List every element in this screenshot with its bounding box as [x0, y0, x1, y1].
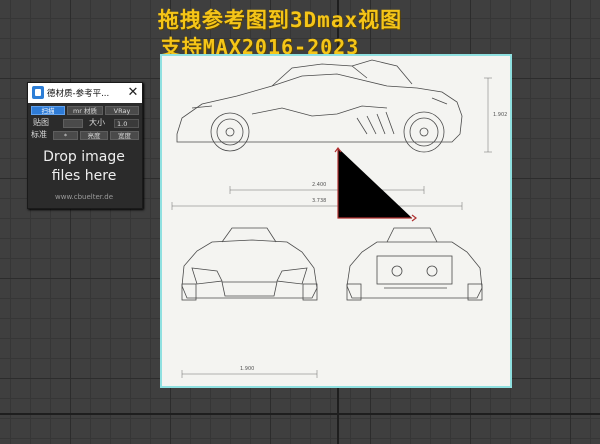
close-button[interactable]: ✕ [125, 84, 141, 102]
mode-width-button[interactable]: 宽度 [110, 131, 139, 140]
drop-zone[interactable]: Drop image files here [27, 148, 141, 186]
grid-axis-horizontal [0, 413, 600, 415]
plugin-panel: 德材质-参考平... ✕ 扫描 mr 材质 VRay 贴图 大小 1.0 标准 … [27, 82, 143, 209]
reference-blueprint-plane[interactable]: 2.400 3.738 1.900 1.902 [160, 54, 512, 388]
mode-bright-button[interactable]: 亮度 [80, 131, 108, 140]
car-blueprint-drawing: 2.400 3.738 1.900 1.902 [171, 59, 507, 378]
renderer-scanline-button[interactable]: 扫描 [31, 106, 65, 115]
renderer-vray-button[interactable]: VRay [105, 106, 139, 115]
dim-wheelbase: 2.400 [312, 182, 326, 188]
map-toggle[interactable] [63, 119, 83, 128]
drop-zone-line2: files here [51, 168, 117, 184]
mode-label: 标准 [31, 130, 47, 139]
drop-zone-line1: Drop image [43, 149, 125, 165]
dim-width: 1.900 [240, 366, 254, 372]
dim-length: 3.738 [312, 198, 326, 204]
promo-title-line1: 拖拽参考图到3Dmax视图 [157, 8, 403, 32]
renderer-mr-button[interactable]: mr 材质 [67, 106, 103, 115]
transform-gizmo[interactable] [334, 147, 417, 222]
app-icon [32, 86, 44, 99]
credit-link[interactable]: www.cbuelter.de [27, 193, 141, 201]
dim-height: 1.902 [493, 112, 507, 118]
map-label: 贴图 [33, 118, 49, 127]
panel-title: 德材质-参考平... [47, 89, 110, 99]
size-spinner[interactable]: 1.0 [114, 119, 139, 128]
size-label: 大小 [89, 118, 105, 127]
panel-titlebar[interactable]: 德材质-参考平... ✕ [28, 83, 142, 103]
mode-std-button[interactable]: * [53, 131, 78, 140]
